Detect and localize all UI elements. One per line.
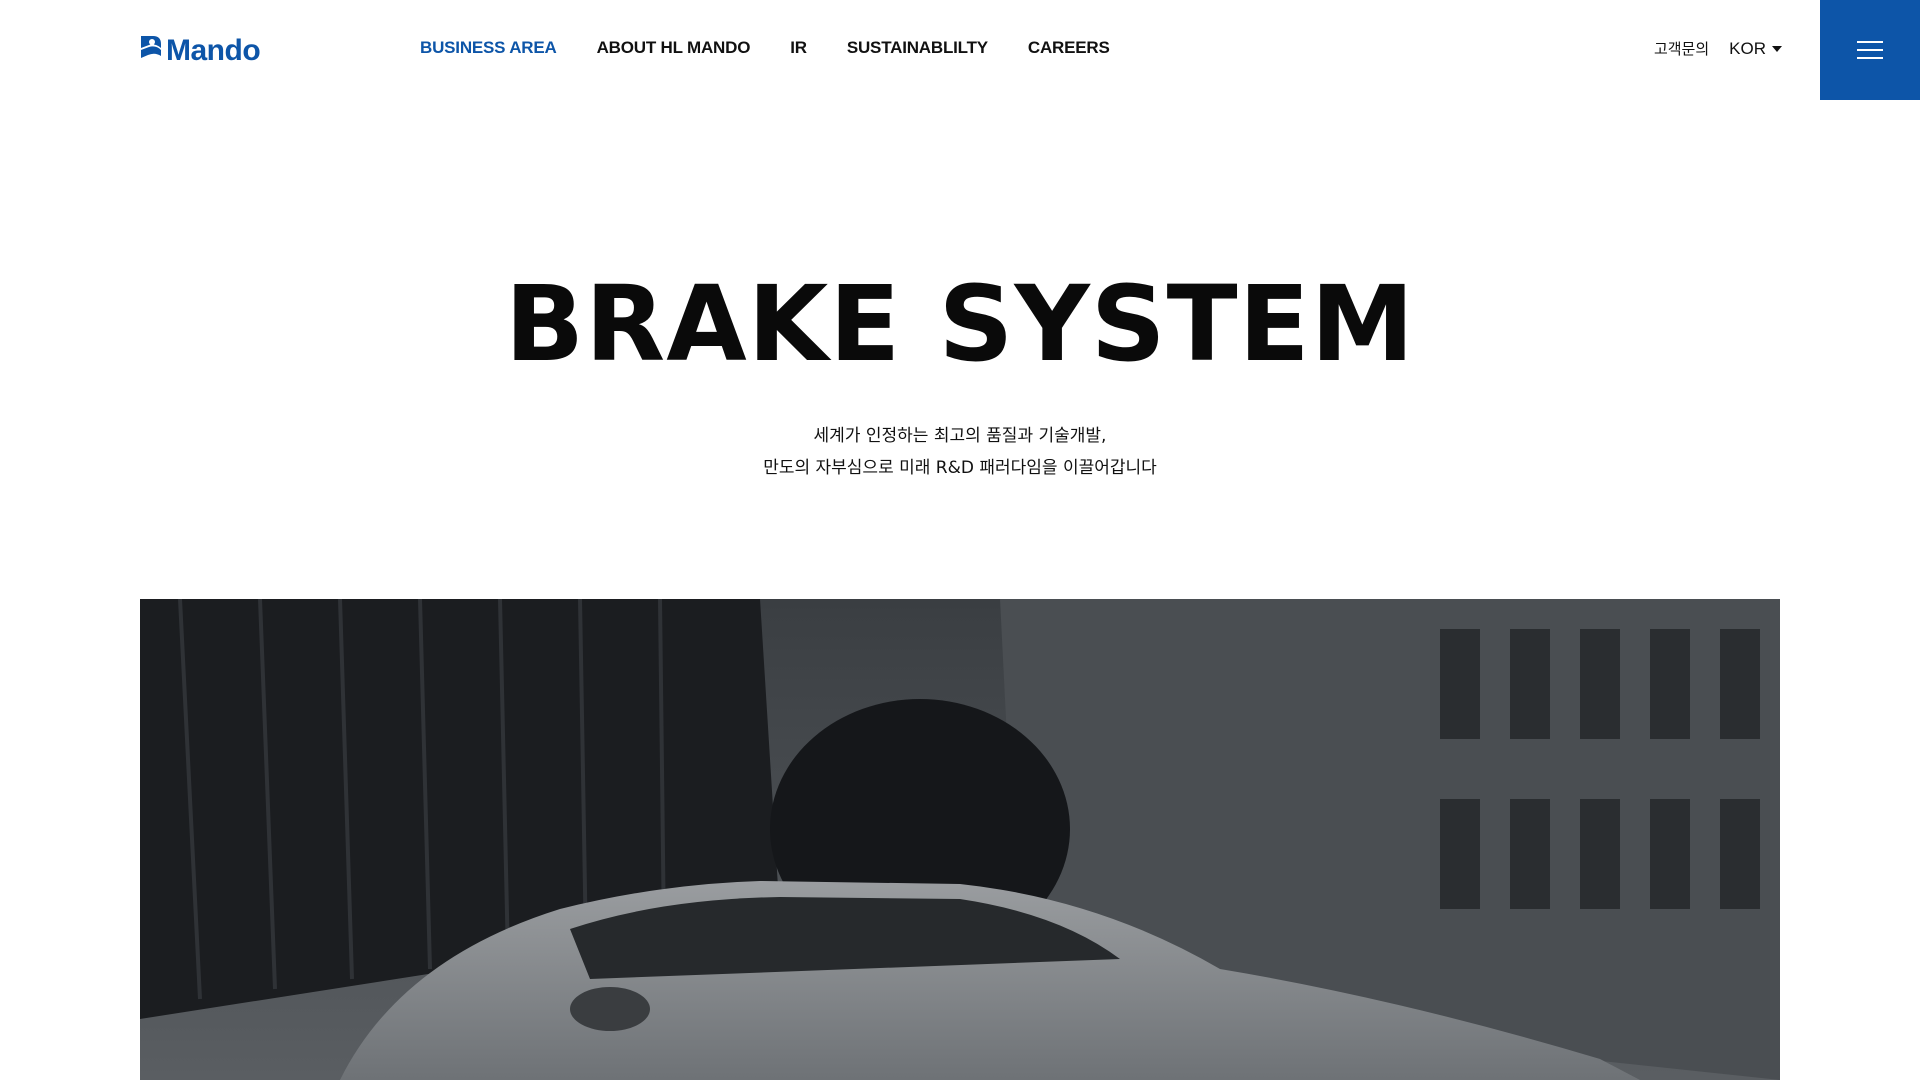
hero-subtitle-line-1: 세계가 인정하는 최고의 품질과 기술개발, [813,426,1107,446]
utility-links: 고객문의 KOR [1654,38,1782,59]
nav-item-ir[interactable]: IR [790,38,807,58]
mando-logo-mark-icon [139,34,165,64]
nav-item-sustainability[interactable]: SUSTAINABLILTY [847,38,988,58]
caret-down-icon [1772,45,1782,52]
language-selector[interactable]: KOR [1729,39,1782,59]
hero-car-image [140,599,1780,1080]
language-label: KOR [1729,38,1766,58]
nav-item-business-area[interactable]: BUSINESS AREA [420,38,557,58]
hero-subtitle: 세계가 인정하는 최고의 품질과 기술개발, 만도의 자부심으로 미래 R&D … [0,420,1920,484]
hamburger-menu-button[interactable] [1820,0,1920,100]
hero-subtitle-line-2: 만도의 자부심으로 미래 R&D 패러다임을 이끌어갑니다 [763,458,1157,478]
main-nav: BUSINESS AREA ABOUT HL MANDO IR SUSTAINA… [420,38,1150,58]
site-header: Mando BUSINESS AREA ABOUT HL MANDO IR SU… [0,0,1920,100]
mando-logo[interactable]: Mando [139,24,261,67]
page-title: BRAKE SYSTEM [504,263,1416,385]
nav-item-careers[interactable]: CAREERS [1028,38,1110,58]
nav-item-about-hl-mando[interactable]: ABOUT HL MANDO [597,38,751,58]
customer-inquiry-link[interactable]: 고객문의 [1654,38,1709,59]
hamburger-menu-icon [1857,35,1883,65]
logo-wordmark: Mando [166,34,261,67]
